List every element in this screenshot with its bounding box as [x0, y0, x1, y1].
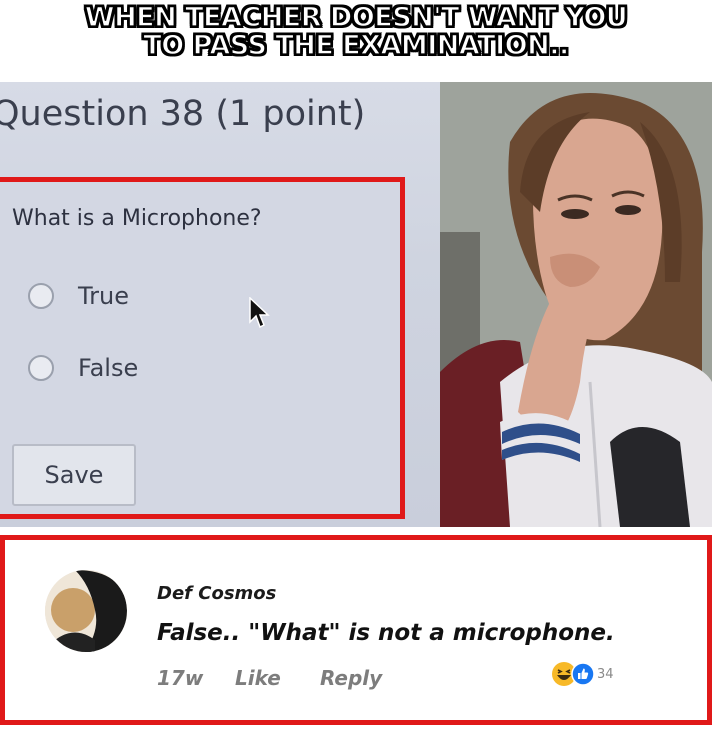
- radio-button-true[interactable]: [28, 283, 54, 309]
- radio-button-false[interactable]: [28, 355, 54, 381]
- caption-line-2: TO PASS THE EXAMINATION..: [143, 30, 570, 61]
- question-title: Question 38 (1 point): [0, 94, 366, 134]
- question-highlight-box: What is a Microphone? True False Save: [0, 177, 405, 519]
- comment-text: False.. "What" is not a microphone.: [157, 620, 615, 646]
- question-text: What is a Microphone?: [12, 206, 262, 231]
- like-reaction-icon: [571, 662, 595, 686]
- option-label-true: True: [78, 282, 129, 310]
- option-false[interactable]: False: [28, 354, 138, 382]
- woman-covering-nose-image: [440, 82, 712, 527]
- reaction-count: 34: [597, 666, 614, 682]
- option-label-false: False: [78, 354, 139, 382]
- reaction-summary[interactable]: 34: [551, 661, 614, 687]
- comment-author[interactable]: Def Cosmos: [157, 583, 276, 604]
- avatar-image: [45, 570, 127, 652]
- like-link[interactable]: Like: [235, 666, 281, 690]
- save-button[interactable]: Save: [12, 444, 136, 506]
- quiz-screenshot: Question 38 (1 point) What is a Micropho…: [0, 82, 440, 527]
- option-true[interactable]: True: [28, 282, 129, 310]
- mouse-cursor-icon: [249, 297, 270, 329]
- reply-link[interactable]: Reply: [320, 666, 382, 690]
- meme-caption: WHEN TEACHER DOESN'T WANT YOU TO PASS TH…: [0, 2, 712, 61]
- caption-line-1: WHEN TEACHER DOESN'T WANT YOU: [84, 2, 628, 33]
- avatar[interactable]: [45, 570, 127, 652]
- reaction-photo: [440, 82, 712, 527]
- comment-highlight-box: Def Cosmos False.. "What" is not a micro…: [0, 535, 712, 725]
- comment-timestamp[interactable]: 17w: [157, 666, 203, 690]
